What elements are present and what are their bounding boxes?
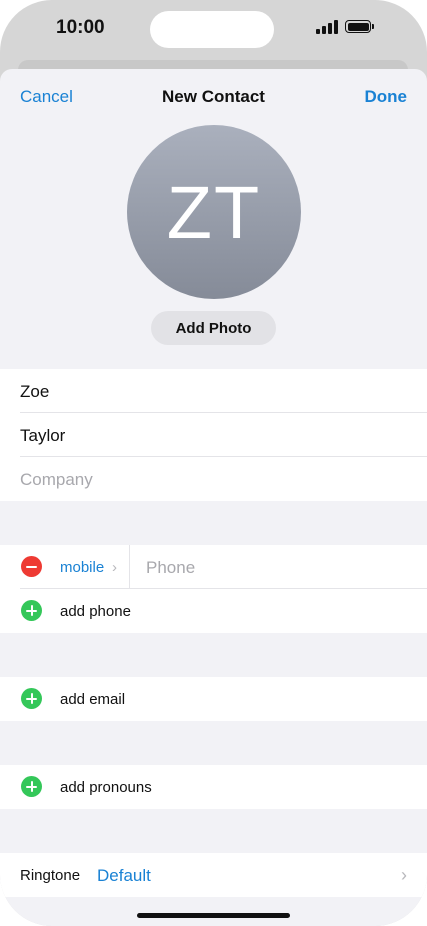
add-photo-button[interactable]: Add Photo (151, 311, 276, 345)
ringtone-label: Ringtone (20, 867, 81, 884)
avatar[interactable]: ZT (127, 125, 301, 299)
first-name-value: Zoe (20, 382, 50, 401)
add-email-label: add email (60, 691, 126, 708)
chevron-right-icon: › (112, 559, 117, 576)
ringtone-row[interactable]: Ringtone Default › (0, 853, 427, 897)
add-phone-row[interactable]: add phone (0, 589, 427, 633)
device-screen: 10:00 Cancel New Contact Done ZT Add Pho… (0, 0, 427, 926)
add-pronouns-label: add pronouns (60, 779, 152, 796)
phone-label-selector[interactable]: mobile (60, 559, 104, 576)
ringtone-value: Default (97, 866, 151, 885)
battery-icon (345, 20, 375, 35)
phone-row: mobile › Phone (0, 545, 427, 589)
name-group: Zoe Taylor Company (0, 369, 427, 501)
phone-group: mobile › Phone add phone (0, 545, 427, 633)
dynamic-island (150, 11, 274, 48)
page-title: New Contact (162, 87, 265, 106)
status-bar: 10:00 (0, 0, 427, 60)
divider (129, 545, 130, 589)
pronouns-group: add pronouns (0, 765, 427, 809)
add-phone-label: add phone (60, 603, 131, 620)
avatar-initials: ZT (166, 170, 262, 254)
first-name-field[interactable]: Zoe (0, 369, 427, 413)
add-email-icon[interactable] (21, 688, 42, 709)
add-phone-icon[interactable] (21, 600, 42, 621)
last-name-value: Taylor (20, 426, 66, 445)
status-time: 10:00 (56, 17, 105, 38)
remove-phone-icon[interactable] (21, 556, 42, 577)
signal-icon (316, 20, 340, 34)
nav-bar: Cancel New Contact Done (0, 69, 427, 125)
phone-input[interactable]: Phone (146, 558, 195, 578)
home-indicator[interactable] (137, 913, 290, 918)
company-placeholder: Company (20, 470, 93, 489)
email-group: add email (0, 677, 427, 721)
add-pronouns-icon[interactable] (21, 776, 42, 797)
add-email-row[interactable]: add email (0, 677, 427, 721)
new-contact-sheet: Cancel New Contact Done ZT Add Photo Zoe… (0, 69, 427, 926)
ringtone-group: Ringtone Default › (0, 853, 427, 897)
last-name-field[interactable]: Taylor (0, 413, 427, 457)
chevron-right-icon: › (401, 865, 407, 885)
done-button[interactable]: Done (365, 87, 408, 107)
company-field[interactable]: Company (0, 457, 427, 501)
add-pronouns-row[interactable]: add pronouns (0, 765, 427, 809)
